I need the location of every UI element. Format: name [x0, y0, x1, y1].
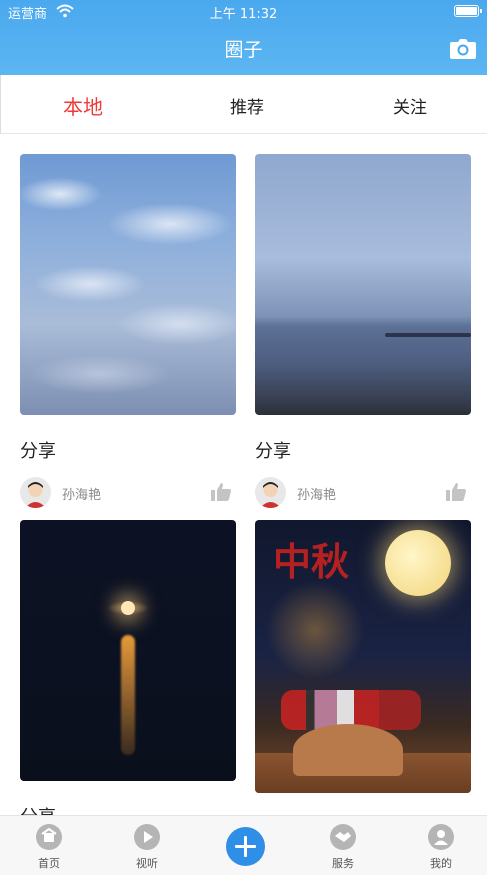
app-header: 运营商 上午 11:32 圈子 [0, 0, 487, 75]
play-icon [134, 824, 160, 850]
post-image[interactable]: 中秋 [255, 520, 471, 793]
shoreline [385, 333, 471, 337]
avatar[interactable] [255, 477, 286, 508]
nav-label: 服务 [332, 857, 354, 870]
tab-local[interactable]: 本地 [23, 91, 143, 120]
camera-icon[interactable] [449, 36, 477, 60]
post-caption: 分享 [255, 441, 291, 462]
nav-label: 视听 [136, 857, 158, 870]
post-card[interactable]: 中秋 [255, 520, 471, 793]
home-icon [36, 824, 62, 850]
avatar[interactable] [20, 477, 51, 508]
status-bar: 运营商 上午 11:32 [0, 0, 487, 22]
add-post-button[interactable] [226, 827, 265, 866]
post-card[interactable]: 分享 孙海艳 [20, 154, 236, 509]
post-card[interactable]: 分享 孙海艳 [255, 154, 471, 509]
author-name[interactable]: 孙海艳 [297, 484, 336, 503]
post-meta: 孙海艳 [255, 477, 471, 509]
page-title: 圈子 [224, 39, 263, 61]
handshake-icon [330, 824, 356, 850]
festival-calligraphy: 中秋 [273, 539, 350, 584]
post-image[interactable] [255, 154, 471, 415]
nav-video[interactable]: 视听 [117, 824, 177, 871]
tab-follow[interactable]: 关注 [350, 93, 470, 118]
moon [121, 601, 135, 615]
thumbs-up-icon[interactable] [445, 482, 467, 502]
post-caption: 分享 [20, 803, 236, 815]
nav-mine[interactable]: 我的 [411, 824, 471, 871]
post-meta: 孙海艳 [20, 477, 236, 509]
nav-label: 我的 [430, 857, 452, 870]
battery-icon [454, 5, 482, 17]
status-time: 上午 11:32 [209, 7, 278, 22]
moon-reflection [121, 635, 135, 755]
post-image[interactable] [20, 520, 236, 781]
post-caption: 分享 [20, 441, 56, 462]
user-icon [428, 824, 454, 850]
nav-label: 首页 [38, 857, 60, 870]
post-feed[interactable]: 分享 孙海艳 分享 孙海艳 分享 中秋 [0, 134, 487, 815]
post-image[interactable] [20, 154, 236, 415]
post-card[interactable]: 分享 [20, 520, 236, 815]
tab-recommend[interactable]: 推荐 [187, 93, 307, 118]
nav-home[interactable]: 首页 [19, 824, 79, 871]
nav-service[interactable]: 服务 [313, 824, 373, 871]
author-name[interactable]: 孙海艳 [62, 484, 101, 503]
moon [385, 530, 451, 596]
bottom-nav: 首页 视听 服务 我的 [0, 815, 487, 875]
thumbs-up-icon[interactable] [210, 482, 232, 502]
dinner-table [293, 724, 403, 776]
tab-bar: 本地 推荐 关注 [0, 75, 487, 134]
